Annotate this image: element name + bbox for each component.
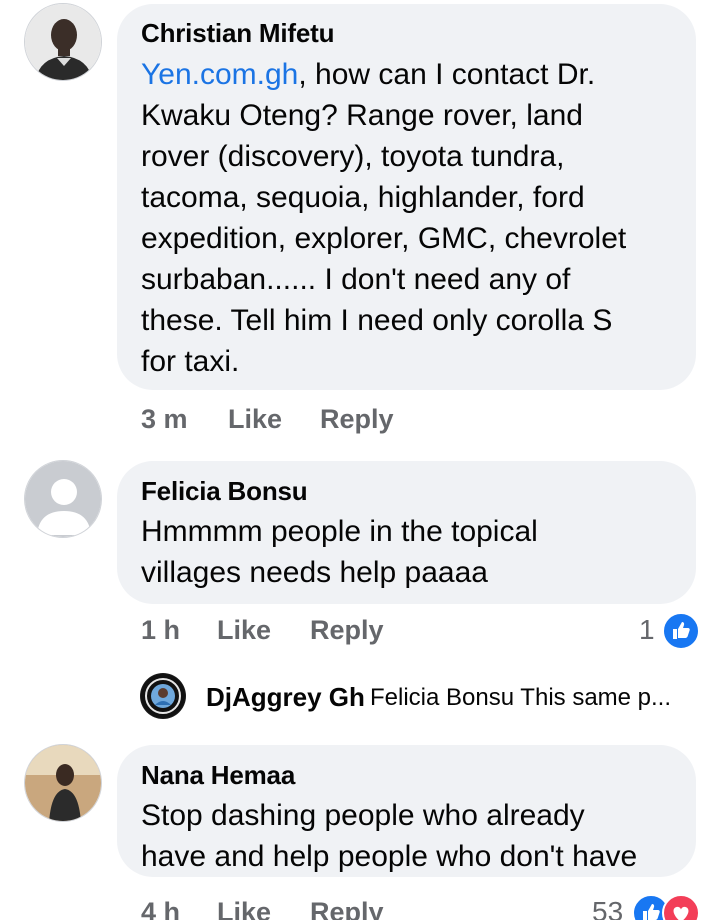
comment-time[interactable]: 3 m bbox=[141, 404, 188, 435]
comment-actions: 4 h Like Reply bbox=[141, 897, 441, 920]
like-button[interactable]: Like bbox=[228, 404, 282, 435]
comment-body: Hmmmm people in the topical villages nee… bbox=[141, 515, 538, 589]
love-icon bbox=[662, 894, 700, 920]
dj-logo-icon bbox=[141, 674, 185, 718]
comment-author[interactable]: Christian Mifetu bbox=[141, 18, 334, 49]
avatar-photo bbox=[25, 4, 101, 80]
comments-page: Christian Mifetu Yen.com.gh, how can I c… bbox=[0, 0, 720, 920]
avatar-christian[interactable] bbox=[24, 3, 102, 81]
avatar-felicia[interactable] bbox=[24, 460, 102, 538]
reply-snippet: Felicia Bonsu This same p... bbox=[370, 684, 672, 711]
avatar-nana[interactable] bbox=[24, 744, 102, 822]
reply-avatar bbox=[140, 673, 186, 719]
default-avatar-icon bbox=[25, 461, 101, 537]
comment-actions: 1 h Like Reply bbox=[141, 615, 441, 647]
reply-author[interactable]: DjAggrey Gh bbox=[206, 682, 365, 713]
reaction-count[interactable]: 53 bbox=[592, 896, 623, 920]
comment-author[interactable]: Felicia Bonsu bbox=[141, 476, 308, 507]
comment-time[interactable]: 1 h bbox=[141, 615, 180, 646]
like-button[interactable]: Like bbox=[217, 897, 271, 920]
avatar-photo bbox=[25, 745, 101, 821]
like-button[interactable]: Like bbox=[217, 615, 271, 646]
comment-actions: 3 m Like Reply bbox=[141, 404, 441, 436]
comment-bubble-christian: Christian Mifetu Yen.com.gh, how can I c… bbox=[117, 4, 696, 390]
comment-time[interactable]: 4 h bbox=[141, 897, 180, 920]
reply-button[interactable]: Reply bbox=[320, 404, 394, 435]
like-icon bbox=[662, 612, 700, 650]
mention-link[interactable]: Yen.com.gh bbox=[141, 58, 298, 91]
reply-preview[interactable]: DjAggrey Gh Felicia Bonsu This same p... bbox=[140, 668, 700, 724]
comment-bubble-nana: Nana Hemaa Stop dashing people who alrea… bbox=[117, 745, 696, 877]
comment-author[interactable]: Nana Hemaa bbox=[141, 760, 295, 791]
comment-body: Stop dashing people who already have and… bbox=[141, 799, 638, 873]
reply-button[interactable]: Reply bbox=[310, 615, 384, 646]
comment-body: , how can I contact Dr. Kwaku Oteng? Ran… bbox=[141, 58, 627, 378]
reaction-count[interactable]: 1 bbox=[639, 614, 655, 646]
reply-button[interactable]: Reply bbox=[310, 897, 384, 920]
comment-bubble-felicia: Felicia Bonsu Hmmmm people in the topica… bbox=[117, 461, 696, 604]
comment-text: Yen.com.gh, how can I contact Dr. Kwaku … bbox=[141, 54, 626, 382]
